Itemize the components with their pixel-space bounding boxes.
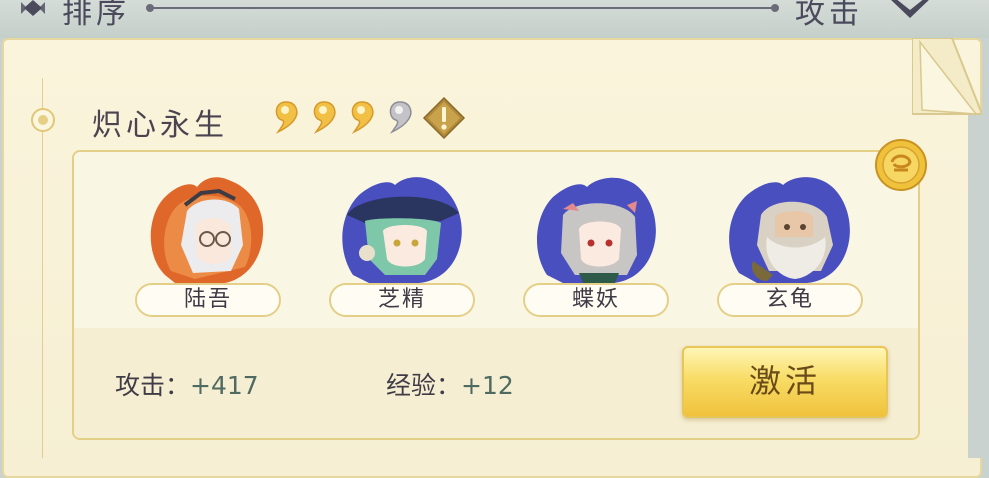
shikigami-zhijing[interactable]: 芝精 [329,175,479,325]
coin-icon[interactable] [874,138,928,192]
shikigami-xuangui[interactable]: 玄龟 [717,175,867,325]
sort-label[interactable]: 排序 [62,0,130,32]
attack-stat: 攻击：+417 [115,366,259,402]
xuangui-portrait [729,177,850,283]
panel-timeline [42,78,43,458]
shikigami-dieyao[interactable]: 蝶妖 [523,175,673,325]
zhijing-portrait [342,177,462,283]
attack-stat-label: 攻击： [115,371,191,400]
shikigami-name: 芝精 [329,283,475,317]
warning-icon[interactable] [422,96,466,140]
set-title: 炽心永生 [92,108,228,143]
magatama-icon [313,101,336,134]
attack-sort-label[interactable]: 攻击 [795,0,863,32]
magatama-icon-empty [389,101,412,134]
magatama-row [268,98,418,138]
top-divider [146,4,779,12]
chevron-down-icon[interactable] [885,0,935,24]
exp-stat-label: 经验： [386,371,462,400]
shikigami-name: 陆吾 [135,283,281,317]
exp-stat-value: +12 [461,371,514,400]
bullet-icon [31,108,55,132]
top-bar: 排序 攻击 [0,0,989,38]
magatama-icon [275,101,298,134]
exp-stat: 经验：+12 [386,366,514,402]
panel-edge [968,110,989,458]
sort-icon[interactable] [18,0,48,22]
shikigami-luwu[interactable]: 陆吾 [135,175,285,325]
shikigami-name: 蝶妖 [523,283,669,317]
shikigami-name: 玄龟 [717,283,863,317]
attack-stat-value: +417 [190,371,259,400]
activate-button[interactable]: 激活 [682,346,888,418]
corner-fold [912,38,982,115]
dieyao-portrait [536,177,656,283]
luwu-portrait [150,177,264,283]
magatama-icon [351,101,374,134]
